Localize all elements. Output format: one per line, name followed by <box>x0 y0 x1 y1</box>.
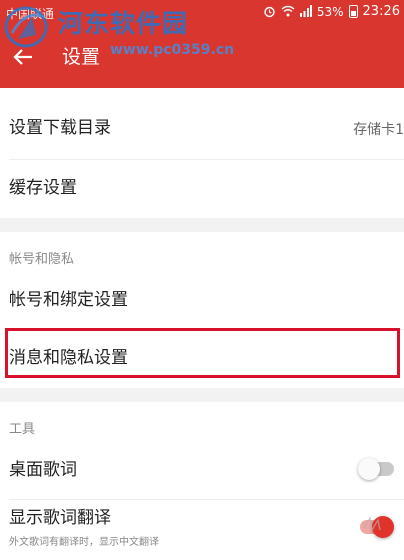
wifi-icon <box>281 5 295 18</box>
section-header-account: 帐号和隐私 <box>0 232 404 272</box>
settings-item-sublabel: 外文歌词有翻译时，显示中文翻译 <box>9 537 159 548</box>
alarm-icon <box>263 5 276 18</box>
settings-item-account-binding[interactable]: 帐号和绑定设置 <box>0 272 404 330</box>
watermark-title: 河东软件园 <box>58 9 189 38</box>
settings-list: 设置下载目录 存储卡1 缓存设置 帐号和隐私 帐号和绑定设置 消息和隐私设置 工… <box>0 88 404 560</box>
settings-item-label: 帐号和绑定设置 <box>9 290 128 310</box>
settings-item-label: 桌面歌词 <box>9 460 77 480</box>
back-arrow-icon <box>13 49 32 65</box>
status-icons: 53% 23:26 <box>263 4 400 19</box>
clock-time: 23:26 <box>362 4 400 19</box>
watermark-logo-icon <box>2 3 54 49</box>
settings-item-desktop-lyrics[interactable]: 桌面歌词 <box>0 442 404 500</box>
desktop-lyrics-toggle[interactable] <box>358 458 394 480</box>
section-header-label: 帐号和隐私 <box>9 252 75 267</box>
section-gap <box>0 388 404 402</box>
watermark-url: www.pc0359.cn <box>110 42 235 58</box>
section-gap <box>0 218 404 232</box>
top-spacer <box>0 88 404 100</box>
watermark-corner-icon <box>362 514 390 534</box>
section-header-tools: 工具 <box>0 402 404 442</box>
toggle-thumb <box>358 458 380 480</box>
signal-icon <box>299 5 312 18</box>
settings-item-cache[interactable]: 缓存设置 <box>0 160 404 218</box>
settings-item-label: 设置下载目录 <box>9 118 111 138</box>
settings-item-label: 显示歌词翻译 <box>9 508 111 528</box>
section-header-label: 工具 <box>9 422 36 437</box>
settings-item-lyrics-translation[interactable]: 显示歌词翻译 外文歌词有翻译时，显示中文翻译 <box>0 500 404 560</box>
settings-item-value: 存储卡1 <box>353 122 404 138</box>
page-title: 设置 <box>62 46 101 68</box>
settings-item-download-dir[interactable]: 设置下载目录 存储卡1 <box>0 100 404 160</box>
battery-icon <box>348 5 358 18</box>
battery-percent: 53% <box>316 4 344 19</box>
settings-item-label: 缓存设置 <box>9 178 77 198</box>
highlight-box <box>5 328 400 378</box>
